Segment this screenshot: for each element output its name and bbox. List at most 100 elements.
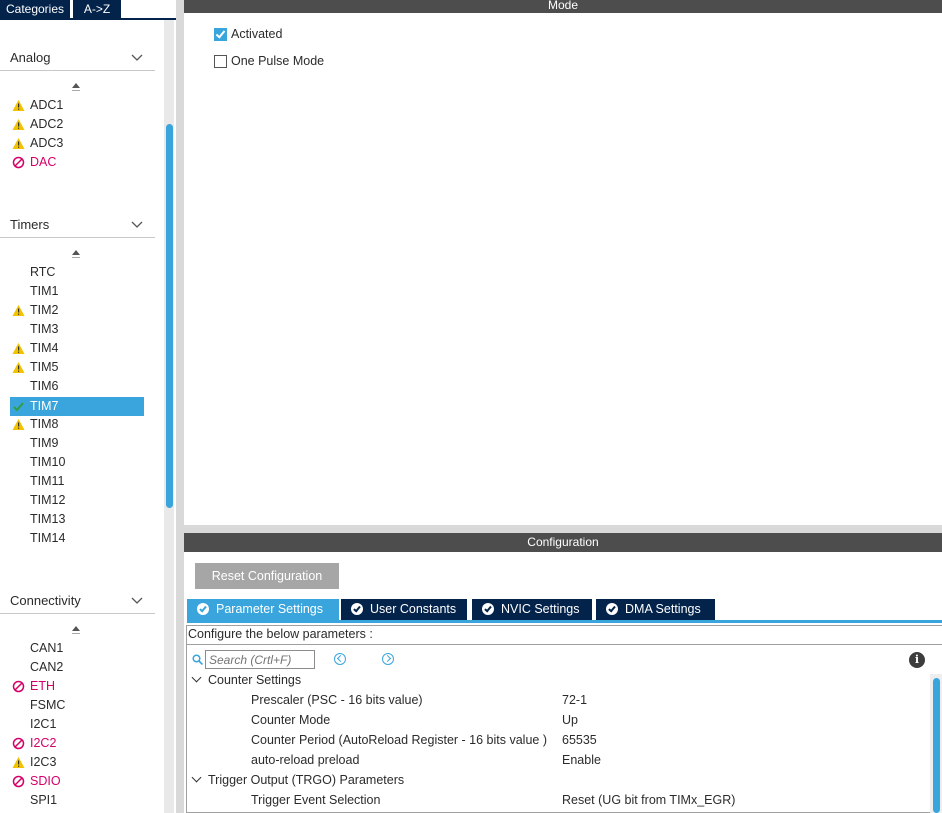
divider: [0, 70, 155, 71]
disabled-icon: [12, 737, 25, 750]
category-title: Analog: [10, 50, 51, 65]
param-value[interactable]: Up: [562, 713, 578, 727]
category-title: Connectivity: [10, 593, 81, 608]
param-value[interactable]: Reset (UG bit from TIMx_EGR): [562, 793, 735, 807]
list-item-eth[interactable]: ETH: [10, 677, 144, 696]
mode-panel: [184, 13, 942, 525]
disabled-icon: [12, 680, 25, 693]
tabs-underline: [187, 620, 942, 623]
activated-label: Activated: [231, 27, 283, 41]
list-item-tim4[interactable]: TIM4: [10, 339, 144, 358]
search-input[interactable]: [205, 650, 315, 669]
list-item-adc1[interactable]: ADC1: [10, 96, 144, 115]
category-header-connectivity[interactable]: Connectivity: [10, 593, 155, 613]
divider: [186, 644, 942, 645]
list-item-tim9[interactable]: TIM9: [10, 434, 144, 453]
left-scrollbar-thumb[interactable]: [166, 124, 173, 508]
warning-icon: [12, 100, 25, 111]
warning-icon: [12, 757, 25, 768]
list-item-fsmc[interactable]: FSMC: [10, 696, 144, 715]
tab-nvic-settings[interactable]: NVIC Settings: [472, 599, 592, 620]
list-item-tim3[interactable]: TIM3: [10, 320, 144, 339]
sort-arrow-icon[interactable]: [72, 250, 80, 258]
tab-categories[interactable]: Categories: [0, 0, 70, 18]
category-header-timers[interactable]: Timers: [10, 217, 155, 237]
tab-user-constants[interactable]: User Constants: [341, 599, 467, 620]
list-item-tim6[interactable]: TIM6: [10, 377, 144, 396]
category-title: Timers: [10, 217, 50, 232]
list-item-tim11[interactable]: TIM11: [10, 472, 144, 491]
warning-icon: [12, 119, 25, 130]
chevron-down-icon: [131, 597, 143, 604]
disabled-icon: [12, 775, 25, 788]
divider: [0, 613, 155, 614]
chevron-down-icon: [131, 54, 143, 61]
sort-arrow-icon[interactable]: [72, 626, 80, 634]
search-icon: [192, 654, 203, 665]
param-name: Trigger Event Selection: [251, 793, 381, 807]
list-item-tim10[interactable]: TIM10: [10, 453, 144, 472]
list-item-tim1[interactable]: TIM1: [10, 282, 144, 301]
chevron-down-icon: [191, 772, 202, 783]
category-header-analog[interactable]: Analog: [10, 50, 155, 70]
check-circle-icon: [197, 603, 209, 615]
list-item-dac[interactable]: DAC: [10, 153, 144, 172]
vertical-splitter[interactable]: [176, 0, 184, 813]
param-name: Prescaler (PSC - 16 bits value): [251, 693, 423, 707]
parameters-scrollbar-thumb[interactable]: [933, 678, 940, 813]
divider: [0, 237, 155, 238]
list-item-i2c3[interactable]: I2C3: [10, 753, 144, 772]
chevron-down-icon: [131, 221, 143, 228]
search-next-button[interactable]: [382, 653, 394, 665]
sort-arrow-icon[interactable]: [72, 83, 80, 91]
list-item-sdio[interactable]: SDIO: [10, 772, 144, 791]
param-value[interactable]: 72-1: [562, 693, 587, 707]
list-item-tim5[interactable]: TIM5: [10, 358, 144, 377]
param-name: auto-reload preload: [251, 753, 360, 767]
check-circle-icon: [606, 603, 618, 615]
list-item-spi1[interactable]: SPI1: [10, 791, 144, 810]
check-circle-icon: [482, 603, 494, 615]
list-item-can2[interactable]: CAN2: [10, 658, 144, 677]
tab-parameter-settings[interactable]: Parameter Settings: [187, 599, 339, 620]
list-item-rtc[interactable]: RTC: [10, 263, 144, 282]
chevron-left-icon: [336, 654, 345, 663]
list-item-can1[interactable]: CAN1: [10, 639, 144, 658]
horizontal-splitter[interactable]: [184, 525, 942, 533]
warning-icon: [12, 138, 25, 149]
chevron-right-icon: [383, 654, 392, 663]
tab-underline: [0, 18, 176, 20]
param-name: Counter Period (AutoReload Register - 16…: [251, 733, 547, 747]
list-item-tim8[interactable]: TIM8: [10, 415, 144, 434]
activated-checkbox[interactable]: [214, 28, 227, 41]
group-trigger-output[interactable]: Trigger Output (TRGO) Parameters: [191, 772, 404, 787]
mode-header: Mode: [184, 0, 942, 13]
list-item-tim13[interactable]: TIM13: [10, 510, 144, 529]
info-icon[interactable]: i: [909, 652, 925, 668]
reset-configuration-button[interactable]: Reset Configuration: [195, 563, 339, 589]
list-item-i2c2[interactable]: I2C2: [10, 734, 144, 753]
list-item-adc3[interactable]: ADC3: [10, 134, 144, 153]
warning-icon: [12, 419, 25, 430]
list-item-i2c1[interactable]: I2C1: [10, 715, 144, 734]
parameters-description: Configure the below parameters :: [188, 627, 373, 641]
warning-icon: [12, 362, 25, 373]
list-item-tim7[interactable]: TIM7: [10, 397, 144, 416]
warning-icon: [12, 343, 25, 354]
list-item-tim2[interactable]: TIM2: [10, 301, 144, 320]
check-circle-icon: [351, 603, 363, 615]
one-pulse-mode-checkbox[interactable]: [214, 55, 227, 68]
list-item-tim12[interactable]: TIM12: [10, 491, 144, 510]
group-counter-settings[interactable]: Counter Settings: [191, 672, 301, 687]
list-item-tim14[interactable]: TIM14: [10, 529, 144, 548]
peripheral-tree-panel: Categories A->Z Analog ADC1 ADC2 ADC3 DA…: [0, 0, 176, 813]
list-item-adc2[interactable]: ADC2: [10, 115, 144, 134]
param-value[interactable]: Enable: [562, 753, 601, 767]
configuration-header: Configuration: [184, 533, 942, 552]
one-pulse-mode-label: One Pulse Mode: [231, 54, 325, 68]
search-previous-button[interactable]: [334, 653, 346, 665]
param-value[interactable]: 65535: [562, 733, 597, 747]
tab-a-to-z[interactable]: A->Z: [73, 0, 121, 18]
tab-dma-settings[interactable]: DMA Settings: [596, 599, 715, 620]
warning-icon: [12, 305, 25, 316]
